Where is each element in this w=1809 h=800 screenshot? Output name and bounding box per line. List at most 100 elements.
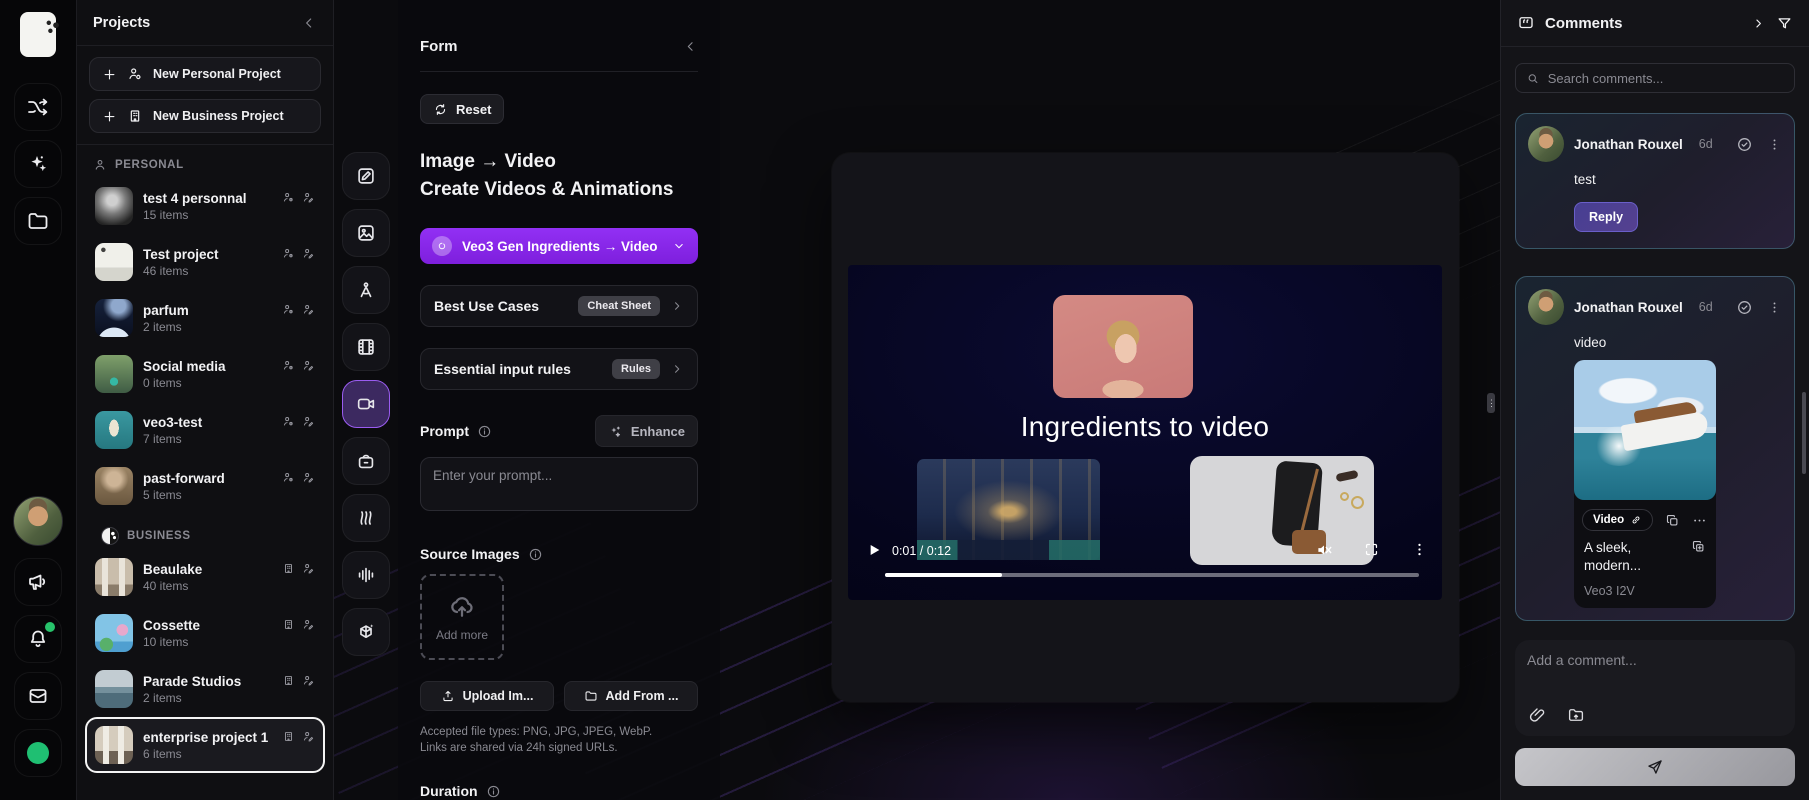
- project-row[interactable]: test 4 personnal 15 items: [85, 178, 325, 234]
- attachment-model-label: Veo3 I2V: [1584, 584, 1635, 599]
- collapse-comments-icon[interactable]: [1751, 16, 1766, 31]
- essential-input-rules-card[interactable]: Essential input rules Rules: [420, 348, 698, 390]
- filter-comments-icon[interactable]: [1776, 15, 1793, 32]
- collapse-form-icon[interactable]: [683, 39, 698, 54]
- search-comments-input[interactable]: [1547, 70, 1784, 86]
- person-edit-icon[interactable]: [302, 562, 315, 575]
- image-tool-icon[interactable]: [342, 209, 390, 257]
- project-row-selected[interactable]: enterprise project 16 items: [85, 717, 325, 773]
- building-icon[interactable]: [282, 562, 295, 575]
- comment-card[interactable]: Jonathan Rouxel 6d test Reply: [1515, 113, 1795, 249]
- person-edit-icon[interactable]: [302, 471, 315, 484]
- notifications-bell-icon[interactable]: [14, 615, 62, 663]
- best-use-cases-card[interactable]: Best Use Cases Cheat Sheet: [420, 285, 698, 327]
- person-edit-icon[interactable]: [302, 359, 315, 372]
- person-gear-icon[interactable]: [282, 415, 295, 428]
- user-avatar[interactable]: [13, 496, 63, 546]
- comment-avatar: [1528, 126, 1564, 162]
- project-row[interactable]: Cossette 10 items: [85, 605, 325, 661]
- video-tool-icon-selected[interactable]: [342, 380, 390, 428]
- project-row[interactable]: Beaulake 40 items: [85, 549, 325, 605]
- person-edit-icon[interactable]: [302, 247, 315, 260]
- building-icon[interactable]: [282, 674, 295, 687]
- comments-panel-drag-handle[interactable]: ⋮: [1487, 393, 1496, 413]
- megaphone-icon[interactable]: [14, 558, 62, 606]
- project-row[interactable]: Parade Studios 2 items: [85, 661, 325, 717]
- reset-button[interactable]: Reset: [420, 94, 505, 124]
- new-personal-project-button[interactable]: New Personal Project: [89, 57, 321, 91]
- person-edit-icon[interactable]: [302, 191, 315, 204]
- person-gear-icon[interactable]: [282, 247, 295, 260]
- person-edit-icon[interactable]: [302, 730, 315, 743]
- status-green-button[interactable]: [14, 729, 62, 777]
- comment-card[interactable]: Jonathan Rouxel 6d video Video A sleek, …: [1515, 276, 1795, 622]
- send-comment-button[interactable]: [1515, 748, 1795, 786]
- person-gear-icon[interactable]: [282, 191, 295, 204]
- copy-plus-icon[interactable]: [1691, 539, 1706, 554]
- person-edit-icon[interactable]: [302, 303, 315, 316]
- video-player[interactable]: Ingredients to video 0:01 / 0:12: [848, 265, 1442, 600]
- resolve-check-icon[interactable]: [1736, 136, 1753, 153]
- enhance-button[interactable]: Enhance: [594, 415, 698, 447]
- person-gear-icon[interactable]: [282, 359, 295, 372]
- video-attachment-card[interactable]: Video A sleek, modern... Veo3 I2V: [1574, 360, 1716, 609]
- model-selector-button[interactable]: Veo3 Gen Ingredients → Video: [420, 228, 698, 264]
- info-icon[interactable]: [528, 547, 543, 562]
- comment-more-icon[interactable]: [1767, 137, 1782, 152]
- person-edit-icon[interactable]: [302, 674, 315, 687]
- add-comment-input[interactable]: [1527, 652, 1783, 692]
- film-tool-icon[interactable]: [342, 323, 390, 371]
- building-icon[interactable]: [282, 730, 295, 743]
- person-edit-icon[interactable]: [302, 415, 315, 428]
- edit-tool-icon[interactable]: [342, 152, 390, 200]
- sparkles-icon[interactable]: [14, 140, 62, 188]
- project-row[interactable]: Social media 0 items: [85, 346, 325, 402]
- info-icon[interactable]: [486, 784, 501, 799]
- fullscreen-icon[interactable]: [1363, 541, 1380, 558]
- video-badge[interactable]: Video: [1582, 509, 1654, 531]
- inbox-icon[interactable]: [14, 672, 62, 720]
- comment-more-icon[interactable]: [1767, 300, 1782, 315]
- boat-video-thumbnail[interactable]: [1574, 360, 1716, 500]
- attach-file-icon[interactable]: [1529, 706, 1547, 724]
- progress-bar[interactable]: [885, 573, 1419, 577]
- business-logo: [101, 527, 119, 545]
- design-compass-tool-icon[interactable]: [342, 266, 390, 314]
- add-from-library-button[interactable]: Add From ...: [564, 681, 698, 711]
- collapse-projects-icon[interactable]: [301, 15, 317, 31]
- project-row[interactable]: past-forward 5 items: [85, 458, 325, 514]
- prompt-input[interactable]: [420, 457, 698, 511]
- mute-icon[interactable]: [1315, 541, 1333, 559]
- upload-images-button[interactable]: Upload Im...: [420, 681, 554, 711]
- app-logo[interactable]: [20, 12, 60, 57]
- waveform-tool-icon[interactable]: [342, 494, 390, 542]
- project-thumbnail: [95, 187, 133, 225]
- info-icon[interactable]: [477, 424, 492, 439]
- person-gear-icon[interactable]: [282, 303, 295, 316]
- comments-search[interactable]: [1515, 63, 1795, 93]
- copy-icon[interactable]: [1665, 513, 1680, 528]
- comments-scrollbar[interactable]: [1802, 392, 1806, 474]
- projects-folder-icon[interactable]: [14, 197, 62, 245]
- notification-dot: [45, 622, 55, 632]
- attachment-more-icon[interactable]: [1692, 513, 1707, 528]
- person-gear-icon[interactable]: [282, 471, 295, 484]
- resolve-check-icon[interactable]: [1736, 299, 1753, 316]
- person-edit-icon[interactable]: [302, 618, 315, 631]
- play-button[interactable]: [866, 542, 882, 558]
- new-business-project-button[interactable]: New Business Project: [89, 99, 321, 133]
- equalizer-tool-icon[interactable]: [342, 551, 390, 599]
- cube-3d-tool-icon[interactable]: [342, 608, 390, 656]
- shuffle-icon[interactable]: [14, 83, 62, 131]
- building-icon[interactable]: [282, 618, 295, 631]
- player-more-icon[interactable]: [1411, 541, 1428, 558]
- reply-button[interactable]: Reply: [1574, 202, 1639, 232]
- comment-composer[interactable]: [1515, 640, 1795, 736]
- add-source-image-dropzone[interactable]: Add more: [420, 574, 504, 660]
- source-images-label: Source Images: [420, 546, 520, 562]
- project-row[interactable]: Test project 46 items: [85, 234, 325, 290]
- prop-kit-tool-icon[interactable]: [342, 437, 390, 485]
- project-row[interactable]: parfum 2 items: [85, 290, 325, 346]
- attach-from-library-icon[interactable]: [1567, 706, 1585, 724]
- project-row[interactable]: veo3-test 7 items: [85, 402, 325, 458]
